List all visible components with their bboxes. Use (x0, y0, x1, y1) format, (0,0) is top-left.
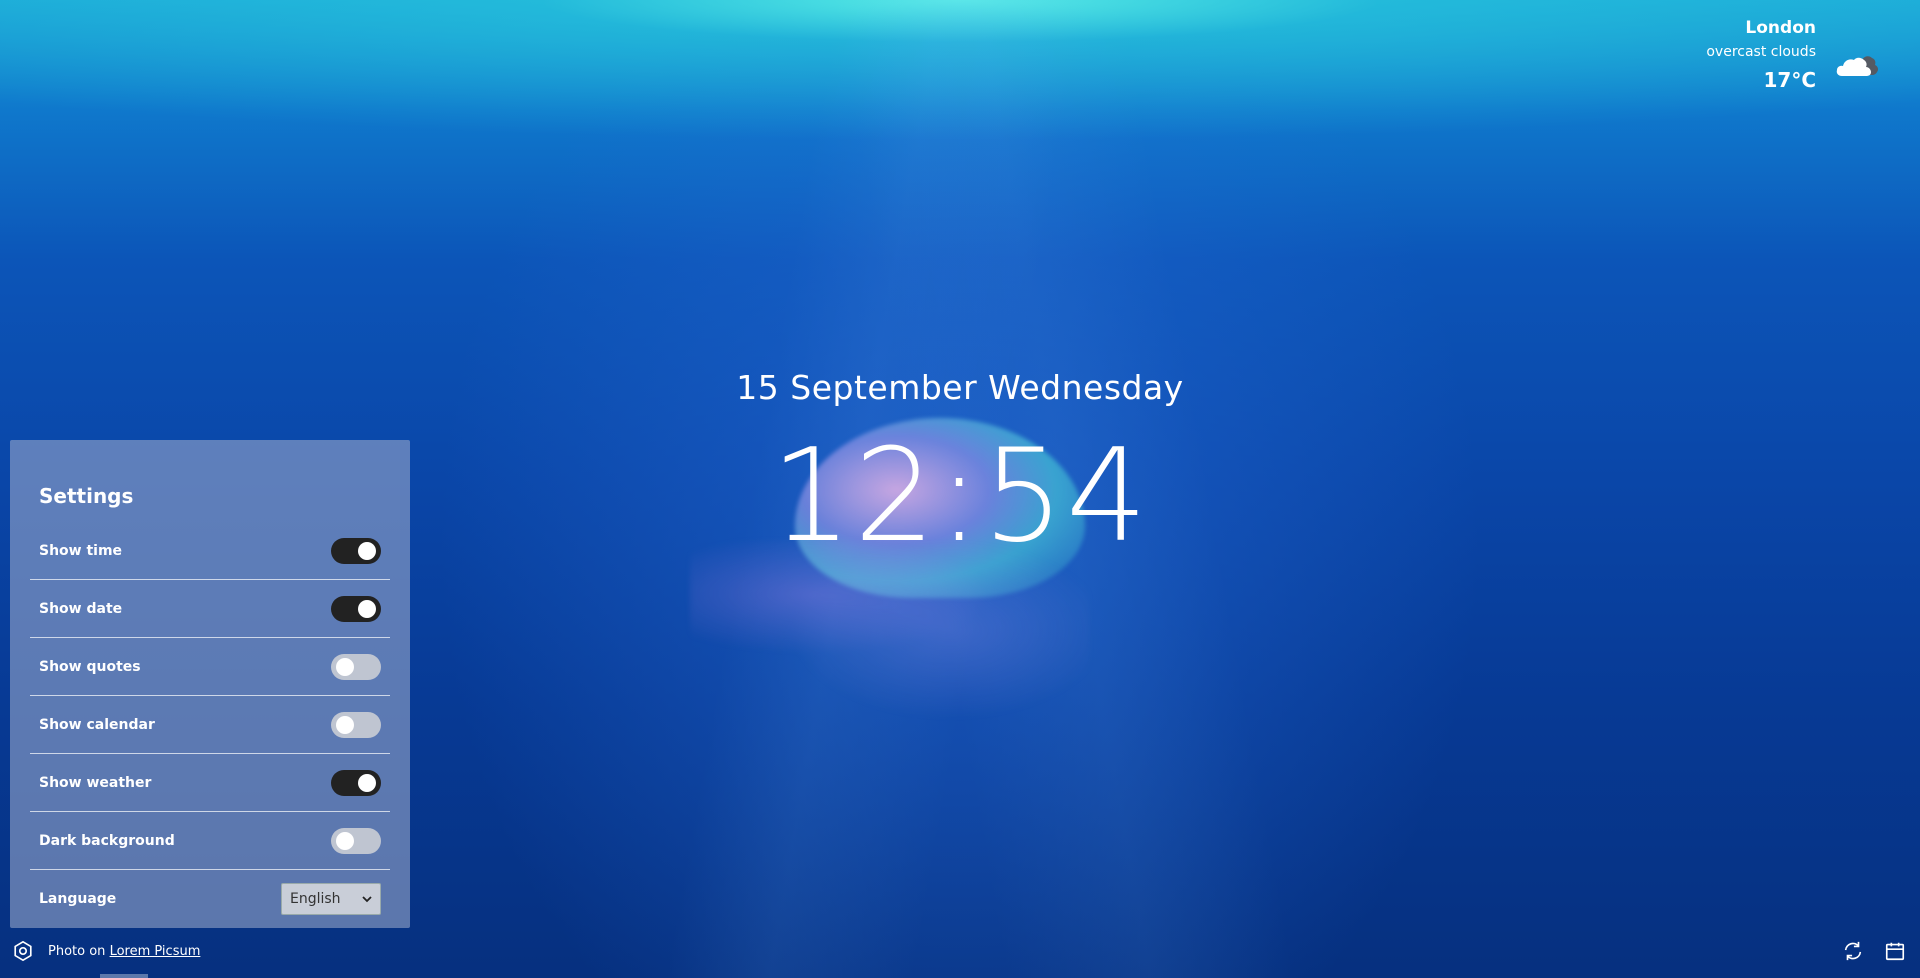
footer-left: Photo on Lorem Picsum (12, 940, 200, 962)
weather-text: London overcast clouds 17°C (1706, 14, 1816, 92)
setting-row-language: Language English (30, 870, 390, 928)
setting-label: Show quotes (39, 658, 141, 675)
weather-city: London (1745, 18, 1816, 38)
language-select[interactable]: English (281, 883, 381, 915)
setting-row-show-quotes: Show quotes (30, 638, 390, 696)
show-calendar-toggle[interactable] (331, 711, 381, 738)
setting-label: Show weather (39, 774, 152, 791)
weather-widget: London overcast clouds 17°C (1706, 14, 1880, 92)
toggle-knob (336, 831, 354, 850)
language-label: Language (39, 891, 117, 907)
setting-row-show-date: Show date (30, 580, 390, 638)
scroll-indicator (100, 974, 148, 978)
setting-label: Show date (39, 600, 123, 617)
language-selected-value: English (290, 891, 341, 907)
cloud-icon (1836, 56, 1879, 76)
dark-background-toggle[interactable] (331, 827, 381, 854)
toggle-knob (336, 657, 354, 676)
refresh-icon[interactable] (1842, 940, 1864, 962)
setting-row-show-weather: Show weather (30, 754, 390, 812)
show-time-toggle[interactable] (331, 537, 381, 564)
photo-credit: Photo on Lorem Picsum (48, 944, 200, 959)
show-date-toggle[interactable] (331, 595, 381, 622)
date-display: 15 September Wednesday (736, 368, 1184, 407)
weather-temperature: 17°C (1763, 68, 1816, 92)
toggle-knob (358, 541, 376, 560)
photo-source-link[interactable]: Lorem Picsum (110, 944, 201, 959)
show-quotes-toggle[interactable] (331, 653, 381, 680)
toggle-knob (358, 773, 376, 792)
setting-label: Show calendar (39, 716, 155, 733)
setting-row-show-time: Show time (30, 522, 390, 580)
toggle-knob (336, 715, 354, 734)
footer-right (1842, 940, 1906, 962)
photo-credit-prefix: Photo on (48, 943, 106, 959)
setting-label: Show time (39, 542, 123, 559)
setting-row-dark-background: Dark background (30, 812, 390, 870)
setting-row-show-calendar: Show calendar (30, 696, 390, 754)
chevron-down-icon (362, 896, 372, 903)
setting-label: Dark background (39, 832, 175, 849)
toggle-knob (358, 599, 376, 618)
gear-icon[interactable] (12, 940, 34, 962)
settings-title: Settings (39, 484, 134, 508)
show-weather-toggle[interactable] (331, 769, 381, 796)
calendar-icon[interactable] (1884, 940, 1906, 962)
settings-panel: Settings Show time Show date Show quotes… (10, 440, 410, 928)
weather-description: overcast clouds (1706, 44, 1816, 60)
